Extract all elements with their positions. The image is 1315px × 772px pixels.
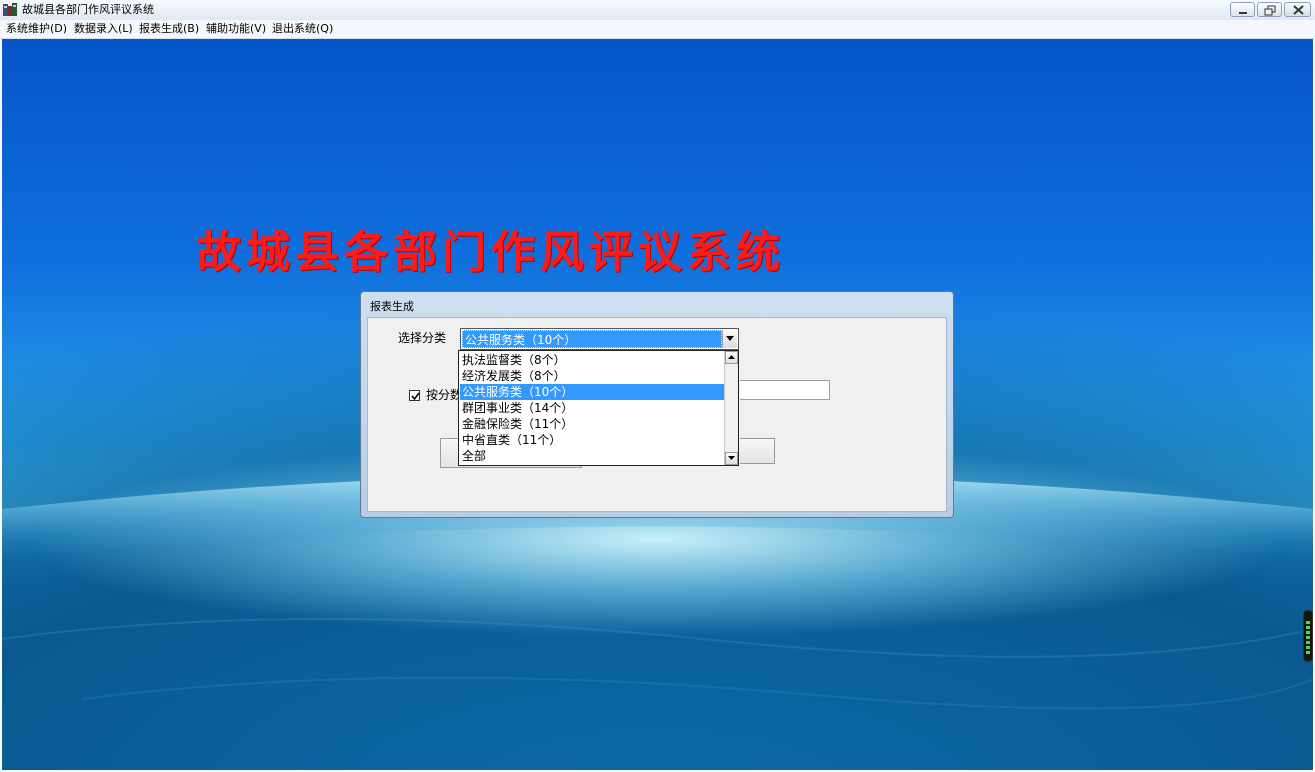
category-combobox[interactable]: 公共服务类（10个） [460, 328, 739, 350]
list-item[interactable]: 中省直类（11个） [460, 432, 724, 448]
list-item[interactable]: 金融保险类（11个） [460, 416, 724, 432]
menu-report-generation[interactable]: 报表生成(B) [139, 22, 199, 36]
menu-data-entry[interactable]: 数据录入(L) [74, 22, 133, 36]
menu-system-maintenance[interactable]: 系统维护(D) [6, 22, 67, 36]
dropdown-scrollbar[interactable] [724, 351, 738, 465]
menu-auxiliary-functions[interactable]: 辅助功能(V) [206, 22, 266, 36]
by-score-checkbox[interactable] [409, 390, 420, 401]
close-button[interactable] [1284, 2, 1311, 17]
level-bars-icon [1306, 621, 1310, 654]
system-banner-title: 故城县各部门作风评议系统 [197, 227, 785, 278]
dialog-title: 报表生成 [370, 300, 414, 313]
category-selected-value[interactable]: 公共服务类（10个） [462, 330, 722, 348]
close-icon [1293, 5, 1304, 15]
list-item[interactable]: 群团事业类（14个） [460, 400, 724, 416]
by-score-label: 按分数 [426, 388, 463, 402]
minimize-button[interactable] [1230, 2, 1255, 17]
restore-icon [1264, 5, 1276, 16]
minimize-icon [1239, 12, 1247, 14]
chevron-down-icon [726, 336, 734, 341]
list-item[interactable]: 全部 [460, 448, 724, 464]
list-item[interactable]: 经济发展类（8个） [460, 368, 724, 384]
volume-indicator [1303, 610, 1313, 662]
restore-button[interactable] [1257, 2, 1282, 17]
title-bar: 故城县各部门作风评议系统 [0, 0, 1315, 21]
combo-dropdown-button[interactable] [722, 330, 737, 348]
arrow-up-icon [728, 355, 735, 359]
arrow-down-icon [728, 456, 735, 460]
scroll-down-button[interactable] [725, 452, 738, 465]
list-item[interactable]: 执法监督类（8个） [460, 352, 724, 368]
scroll-up-button[interactable] [725, 351, 738, 364]
cancel-button[interactable] [740, 438, 775, 464]
category-dropdown-list[interactable]: 执法监督类（8个） 经济发展类（8个） 公共服务类（10个） 群团事业类（14个… [458, 350, 739, 466]
category-label: 选择分类 [398, 331, 447, 345]
window-title: 故城县各部门作风评议系统 [22, 3, 154, 16]
menu-bar: 系统维护(D) 数据录入(L) 报表生成(B) 辅助功能(V) 退出系统(Q) [0, 20, 1315, 39]
menu-exit-system[interactable]: 退出系统(Q) [272, 22, 333, 36]
checkmark-icon [411, 392, 420, 401]
score-input-field[interactable] [740, 380, 830, 400]
list-item-selected[interactable]: 公共服务类（10个） [460, 384, 724, 400]
app-icon [3, 3, 17, 16]
